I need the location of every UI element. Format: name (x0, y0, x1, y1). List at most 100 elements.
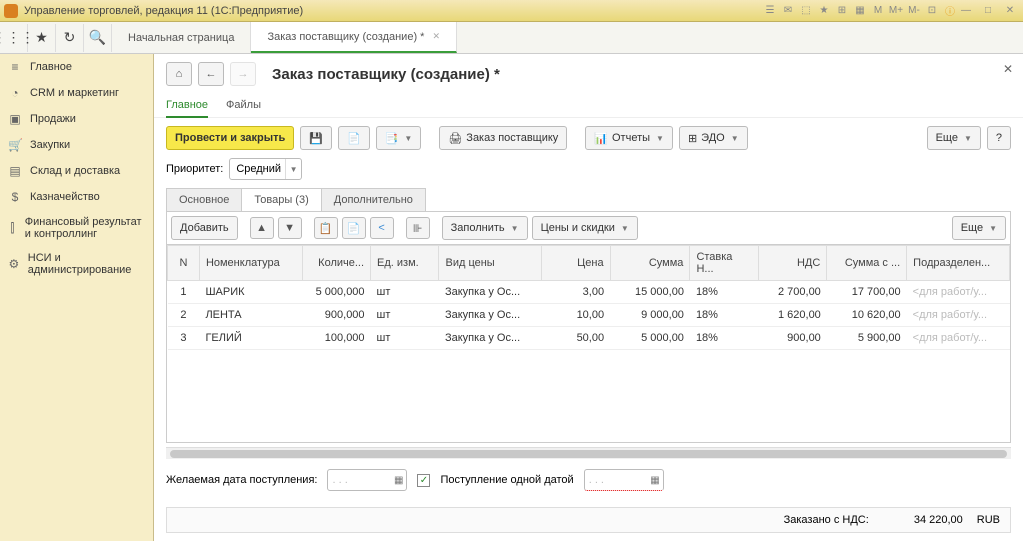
search-icon[interactable]: 🔍 (84, 24, 112, 52)
cell[interactable]: 9 000,00 (610, 304, 690, 327)
cell[interactable]: ШАРИК (199, 281, 302, 304)
save-button[interactable]: 💾 (300, 126, 332, 150)
cell[interactable]: 18% (690, 304, 758, 327)
goods-grid[interactable]: NНоменклатураКоличе...Ед. изм.Вид ценыЦе… (166, 244, 1011, 443)
barcode-button[interactable]: ⊪ (406, 217, 430, 239)
forward-button[interactable]: → (230, 62, 256, 86)
cell[interactable]: ЛЕНТА (199, 304, 302, 327)
wanted-date-input[interactable]: . . .▦ (327, 469, 407, 491)
sidebar-item[interactable]: 🛒Закупки (0, 132, 153, 158)
maximize-button[interactable]: □ (979, 4, 997, 18)
col-header[interactable]: Цена (542, 246, 610, 281)
tray-icon[interactable]: ★ (817, 4, 831, 18)
cell[interactable]: <для работ/у... (907, 327, 1010, 350)
col-header[interactable]: Ед. изм. (371, 246, 439, 281)
horizontal-scrollbar[interactable] (166, 447, 1011, 459)
arrival-date-input[interactable]: . . .▦ (584, 469, 664, 491)
reports-button[interactable]: 📊 Отчеты▼ (585, 126, 673, 150)
tray-icon[interactable]: M+ (889, 4, 903, 18)
cell[interactable]: 5 900,00 (827, 327, 907, 350)
cell[interactable]: 1 (168, 281, 200, 304)
cell[interactable]: Закупка у Ос... (439, 327, 542, 350)
sidebar-item[interactable]: ▣Продажи (0, 106, 153, 132)
cell[interactable]: 900,00 (758, 327, 826, 350)
cell[interactable]: 3 (168, 327, 200, 350)
col-header[interactable]: Сумма с ... (827, 246, 907, 281)
history-icon[interactable]: ↻ (56, 24, 84, 52)
sidebar-item[interactable]: $Казначейство (0, 184, 153, 210)
page-close-icon[interactable]: ✕ (1003, 62, 1013, 76)
move-up-button[interactable]: ▲ (250, 217, 274, 239)
more-button[interactable]: Еще▼ (927, 126, 981, 150)
sidebar-item[interactable]: ◔CRM и маркетинг (0, 80, 153, 106)
sidebar-item[interactable]: ⚙НСИ и администрирование (0, 246, 153, 282)
cell[interactable]: 18% (690, 327, 758, 350)
grid-more-button[interactable]: Еще▼ (952, 216, 1006, 240)
priority-select[interactable]: Средний▼ (229, 158, 302, 180)
tray-icon[interactable]: ▦ (853, 4, 867, 18)
help-button[interactable]: ? (987, 126, 1011, 150)
cell[interactable]: 15 000,00 (610, 281, 690, 304)
cell[interactable]: 2 700,00 (758, 281, 826, 304)
back-button[interactable]: ← (198, 62, 224, 86)
tab-close-icon[interactable]: ✕ (432, 31, 440, 42)
print-order-button[interactable]: 🖨 Заказ поставщику (439, 126, 567, 150)
sectab-main[interactable]: Основное (166, 188, 242, 211)
sidebar-item[interactable]: ⫿Финансовый результат и контроллинг (0, 210, 153, 246)
cell[interactable]: 18% (690, 281, 758, 304)
add-row-button[interactable]: Добавить (171, 216, 238, 240)
cell[interactable]: <для работ/у... (907, 304, 1010, 327)
cell[interactable]: 17 700,00 (827, 281, 907, 304)
table-row[interactable]: 2ЛЕНТА900,000штЗакупка у Ос...10,009 000… (168, 304, 1010, 327)
star-icon[interactable]: ★ (28, 24, 56, 52)
sidebar-item[interactable]: ≡Главное (0, 54, 153, 80)
sectab-extra[interactable]: Дополнительно (321, 188, 426, 211)
subtab-main[interactable]: Главное (166, 94, 208, 118)
cell[interactable]: шт (371, 304, 439, 327)
cell[interactable]: 10 620,00 (827, 304, 907, 327)
tray-icon[interactable]: M- (907, 4, 921, 18)
tray-icon[interactable]: ⬚ (799, 4, 813, 18)
col-header[interactable]: Номенклатура (199, 246, 302, 281)
calendar-icon[interactable]: ▦ (394, 475, 403, 486)
cell[interactable]: шт (371, 327, 439, 350)
cell[interactable]: Закупка у Ос... (439, 304, 542, 327)
move-down-button[interactable]: ▼ (278, 217, 302, 239)
apps-icon[interactable]: ⋮⋮⋮ (0, 24, 28, 52)
cell[interactable]: 3,00 (542, 281, 610, 304)
tab-order-supplier[interactable]: Заказ поставщику (создание) *✕ (251, 22, 457, 53)
paste-button[interactable]: 📄 (342, 217, 366, 239)
tray-icon[interactable]: ✉ (781, 4, 795, 18)
cell[interactable]: 900,000 (302, 304, 370, 327)
tray-icon[interactable]: ☰ (763, 4, 777, 18)
cell[interactable]: 1 620,00 (758, 304, 826, 327)
table-row[interactable]: 3ГЕЛИЙ100,000штЗакупка у Ос...50,005 000… (168, 327, 1010, 350)
cell[interactable]: <для работ/у... (907, 281, 1010, 304)
cell[interactable]: 5 000,00 (610, 327, 690, 350)
col-header[interactable]: Подразделен... (907, 246, 1010, 281)
prices-button[interactable]: Цены и скидки▼ (532, 216, 638, 240)
cell[interactable]: 50,00 (542, 327, 610, 350)
cell[interactable]: 100,000 (302, 327, 370, 350)
subtab-files[interactable]: Файлы (226, 94, 261, 117)
tray-icon[interactable]: M (871, 4, 885, 18)
tray-icon[interactable]: ⊡ (925, 4, 939, 18)
col-header[interactable]: N (168, 246, 200, 281)
cell[interactable]: шт (371, 281, 439, 304)
share-button[interactable]: < (370, 217, 394, 239)
copy-button[interactable]: 📋 (314, 217, 338, 239)
single-date-checkbox[interactable]: ✓ (417, 474, 430, 487)
col-header[interactable]: Ставка Н... (690, 246, 758, 281)
cell[interactable]: ГЕЛИЙ (199, 327, 302, 350)
cell[interactable]: Закупка у Ос... (439, 281, 542, 304)
close-button[interactable]: ✕ (1001, 4, 1019, 18)
col-header[interactable]: Количе... (302, 246, 370, 281)
col-header[interactable]: Вид цены (439, 246, 542, 281)
cell[interactable]: 2 (168, 304, 200, 327)
home-button[interactable]: ⌂ (166, 62, 192, 86)
edo-button[interactable]: ⊞ ЭДО▼ (679, 126, 748, 150)
post-and-close-button[interactable]: Провести и закрыть (166, 126, 294, 150)
create-based-on-button[interactable]: 📑▼ (376, 126, 422, 150)
col-header[interactable]: Сумма (610, 246, 690, 281)
minimize-button[interactable]: — (957, 4, 975, 18)
